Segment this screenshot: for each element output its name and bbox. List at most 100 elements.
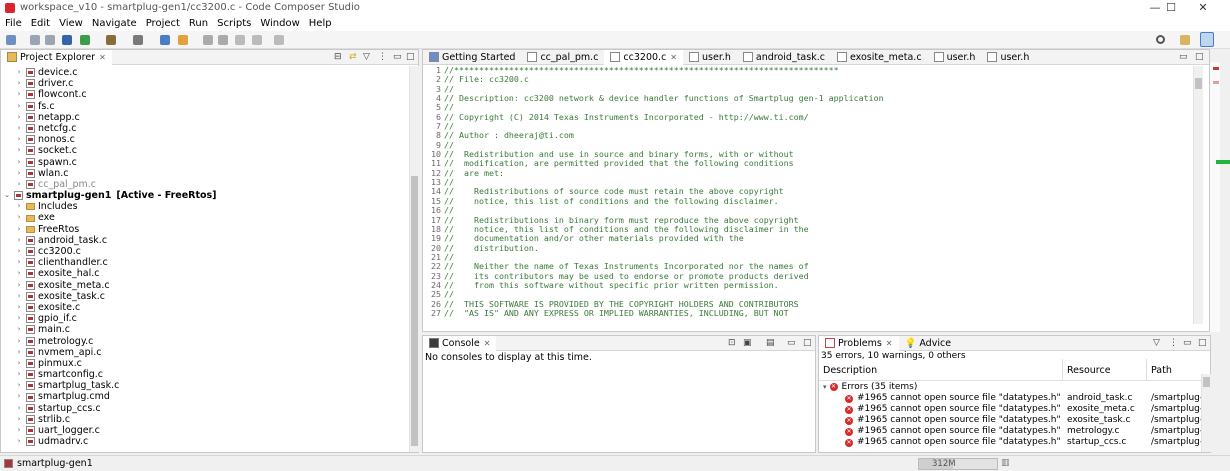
chevron-right-icon[interactable]: › <box>15 89 23 100</box>
tree-item-file[interactable]: › exosite_hal.c <box>1 268 407 279</box>
chevron-right-icon[interactable]: › <box>15 246 23 257</box>
tree-item-file[interactable]: › startup_ccs.c <box>1 403 407 414</box>
view-menu-icon[interactable]: ⋮ <box>378 52 387 62</box>
tree-item-file[interactable]: › fs.c <box>1 101 407 112</box>
chevron-right-icon[interactable]: › <box>15 358 23 369</box>
tree-item-file[interactable]: › netcfg.c <box>1 123 407 134</box>
tree-item-project[interactable]: ⌄ smartplug-gen1 [Active - FreeRtos] <box>1 190 407 201</box>
chevron-right-icon[interactable]: › <box>15 324 23 335</box>
editor-tab[interactable]: cc_pal_pm.c <box>521 50 604 65</box>
tree-item-file[interactable]: › wlan.c <box>1 168 407 179</box>
problem-row[interactable]: ✕ #1965 cannot open source file "datatype… <box>819 403 1201 414</box>
chevron-right-icon[interactable]: › <box>15 235 23 246</box>
tree-item-file[interactable]: › smartplug.cmd <box>1 391 407 402</box>
editor-tab[interactable]: exosite_meta.c <box>831 50 928 65</box>
errors-group-row[interactable]: ▾ ✕ Errors (35 items) <box>819 381 1201 392</box>
menu-help[interactable]: Help <box>304 16 336 29</box>
close-icon[interactable]: ✕ <box>484 339 491 348</box>
pin-console-icon[interactable]: ⊡ <box>728 338 736 348</box>
problem-row[interactable]: ✕ #1965 cannot open source file "datatype… <box>819 392 1201 403</box>
build-icon[interactable] <box>106 35 116 45</box>
minimize-view-icon[interactable]: ▭ <box>787 338 796 348</box>
ccs-edit-perspective-icon[interactable] <box>1200 32 1214 47</box>
problems-scroll-thumb[interactable] <box>1203 377 1210 387</box>
menu-project[interactable]: Project <box>141 16 184 29</box>
chevron-right-icon[interactable]: › <box>15 78 23 89</box>
tree-item-folder[interactable]: › FreeRtos <box>1 224 407 235</box>
tree-item-file[interactable]: › metrology.c <box>1 336 407 347</box>
close-icon[interactable]: ✕ <box>99 53 106 62</box>
chevron-right-icon[interactable]: › <box>15 123 23 134</box>
chevron-right-icon[interactable]: › <box>15 369 23 380</box>
tree-item-file[interactable]: › nvmem_api.c <box>1 347 407 358</box>
explorer-scroll-thumb[interactable] <box>411 176 418 446</box>
task-icon[interactable] <box>218 35 228 45</box>
column-path[interactable]: Path <box>1147 359 1201 380</box>
back-icon[interactable] <box>252 35 262 45</box>
minimize-view-icon[interactable]: ▭ <box>1179 52 1188 62</box>
chevron-right-icon[interactable]: › <box>15 436 23 447</box>
tree-item-file[interactable]: › driver.c <box>1 78 407 89</box>
error-marker[interactable] <box>1213 67 1219 70</box>
minimize-view-icon[interactable]: ▭ <box>1183 338 1192 348</box>
chevron-down-icon[interactable]: ⌄ <box>3 190 11 201</box>
chevron-right-icon[interactable]: › <box>15 179 23 190</box>
heap-status[interactable]: 312M <box>918 458 998 470</box>
tree-item-file[interactable]: › exosite.c <box>1 302 407 313</box>
tree-item-file[interactable]: › flowcont.c <box>1 89 407 100</box>
chevron-right-icon[interactable]: › <box>15 101 23 112</box>
close-icon[interactable]: ✕ <box>670 53 677 62</box>
close-button[interactable]: ✕ <box>1188 0 1218 16</box>
new-icon[interactable] <box>6 35 16 45</box>
collapse-all-icon[interactable]: ⊟ <box>334 52 342 62</box>
explorer-scrollbar[interactable] <box>409 66 419 452</box>
terminal-icon[interactable] <box>62 35 72 45</box>
tab-advice[interactable]: 💡 Advice <box>899 336 958 351</box>
annotation-icon[interactable] <box>203 35 213 45</box>
tree-item-file[interactable]: › smartplug_task.c <box>1 380 407 391</box>
problem-row[interactable]: ✕ #1965 cannot open source file "datatype… <box>819 425 1201 436</box>
code-area[interactable]: 1//*************************************… <box>423 66 1193 330</box>
save-icon[interactable] <box>30 35 40 45</box>
close-icon[interactable]: ✕ <box>886 339 893 348</box>
chevron-right-icon[interactable]: › <box>15 403 23 414</box>
chevron-right-icon[interactable]: › <box>15 268 23 279</box>
chevron-right-icon[interactable]: › <box>15 425 23 436</box>
editor-tab[interactable]: user.h <box>683 50 737 65</box>
chevron-right-icon[interactable]: › <box>15 157 23 168</box>
chevron-right-icon[interactable]: › <box>15 380 23 391</box>
chevron-right-icon[interactable]: › <box>15 168 23 179</box>
open-console-icon[interactable]: ▤ <box>766 338 775 348</box>
debug-icon[interactable] <box>80 35 90 45</box>
tree-item-file[interactable]: › cc3200.c <box>1 246 407 257</box>
chevron-right-icon[interactable]: › <box>15 313 23 324</box>
chevron-right-icon[interactable]: › <box>15 112 23 123</box>
tree-item-file[interactable]: › uart_logger.c <box>1 425 407 436</box>
tree-item-file[interactable]: › device.c <box>1 67 407 78</box>
tab-console[interactable]: Console ✕ <box>423 335 497 351</box>
display-console-icon[interactable]: ▣ <box>743 338 752 348</box>
menu-navigate[interactable]: Navigate <box>87 16 141 29</box>
tree-item-file[interactable]: › exosite_task.c <box>1 291 407 302</box>
menu-edit[interactable]: Edit <box>26 16 54 29</box>
tools-icon[interactable] <box>133 35 143 45</box>
tree-item-file[interactable]: › gpio_if.c <box>1 313 407 324</box>
search-icon[interactable] <box>1156 35 1165 44</box>
tree-item-file[interactable]: › exosite_meta.c <box>1 280 407 291</box>
maximize-view-icon[interactable]: □ <box>1198 338 1207 348</box>
link-editor-icon[interactable]: ⇄ <box>349 52 357 62</box>
tree-item-file[interactable]: › pinmux.c <box>1 358 407 369</box>
editor-scroll-thumb[interactable] <box>1195 78 1202 89</box>
tree-item-file[interactable]: › android_task.c <box>1 235 407 246</box>
tab-problems[interactable]: Problems ✕ <box>819 335 899 351</box>
editor-tab[interactable]: user.h <box>981 50 1035 65</box>
problem-row[interactable]: ✕ #1965 cannot open source file "datatype… <box>819 414 1201 425</box>
chevron-right-icon[interactable]: › <box>15 224 23 235</box>
chevron-right-icon[interactable]: › <box>15 212 23 223</box>
problems-scrollbar[interactable] <box>1201 374 1211 452</box>
chevron-right-icon[interactable]: › <box>15 280 23 291</box>
search-tool-icon[interactable] <box>160 35 170 45</box>
save-all-icon[interactable] <box>45 35 55 45</box>
flash-icon[interactable] <box>178 35 188 45</box>
tree-item-file[interactable]: › spawn.c <box>1 157 407 168</box>
